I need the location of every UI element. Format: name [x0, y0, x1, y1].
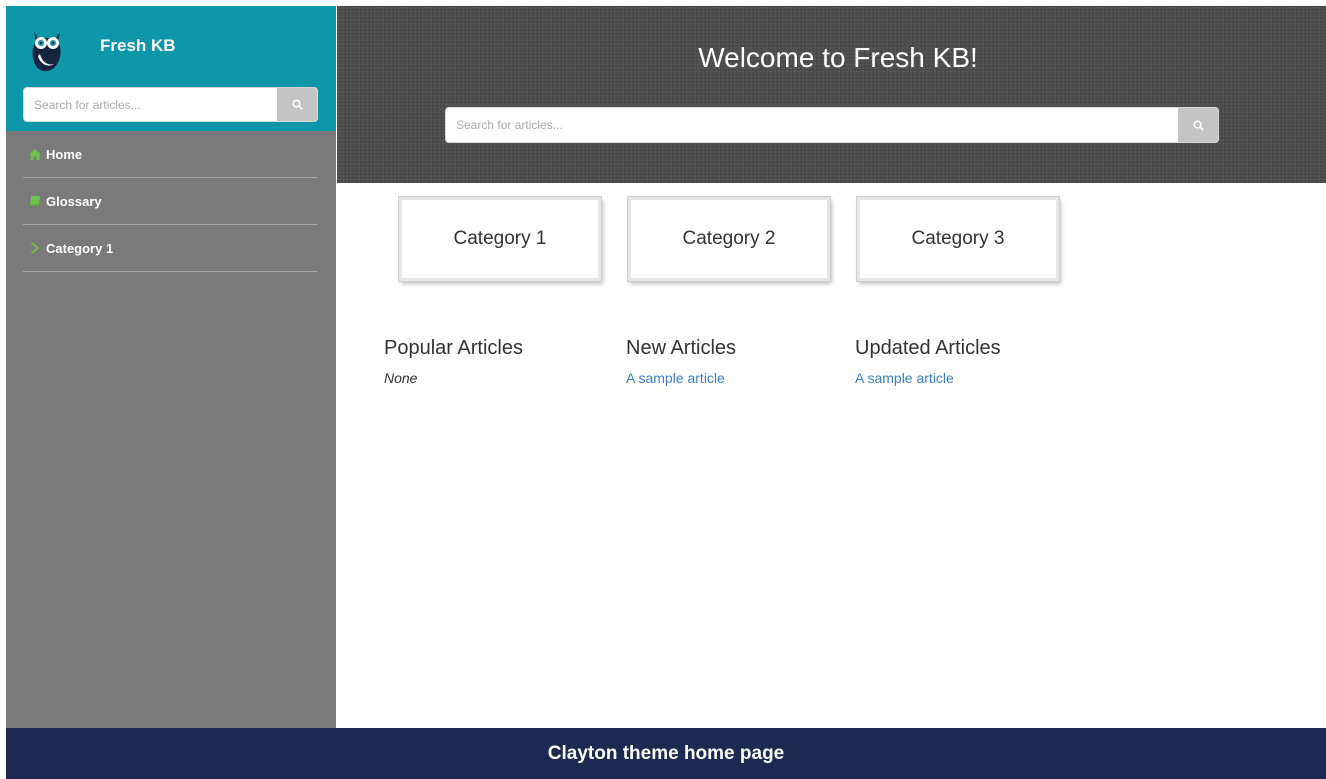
- caption-bar: Clayton theme home page: [6, 728, 1326, 779]
- owl-logo-icon[interactable]: [28, 26, 66, 74]
- sidebar-search: [23, 87, 318, 122]
- popular-articles-heading: Popular Articles: [384, 337, 523, 359]
- page-frame: Fresh KB Home Glossary: [6, 6, 1326, 779]
- sidebar-item-label: Glossary: [46, 193, 102, 209]
- new-article-link[interactable]: A sample article: [626, 370, 725, 386]
- sidebar-search-button[interactable]: [277, 88, 317, 121]
- sidebar-nav: Home Glossary Category 1: [23, 131, 318, 272]
- sidebar-header: Fresh KB: [6, 6, 336, 131]
- main-search-button[interactable]: [1178, 108, 1218, 142]
- home-icon: [28, 147, 42, 161]
- updated-articles-heading: Updated Articles: [855, 337, 1001, 359]
- sidebar-item-glossary[interactable]: Glossary: [23, 178, 318, 225]
- new-articles: New Articles A sample article: [626, 337, 736, 388]
- search-icon: [292, 99, 303, 110]
- updated-article-link[interactable]: A sample article: [855, 370, 954, 386]
- category-card-2[interactable]: Category 2: [627, 196, 831, 282]
- sidebar-item-home[interactable]: Home: [23, 131, 318, 178]
- updated-articles: Updated Articles A sample article: [855, 337, 1001, 388]
- chevron-right-icon: [28, 241, 42, 255]
- new-articles-heading: New Articles: [626, 337, 737, 359]
- popular-articles-empty: None: [384, 370, 418, 386]
- sidebar: Fresh KB Home Glossary: [6, 6, 336, 728]
- search-icon: [1193, 120, 1204, 131]
- welcome-banner: Welcome to Fresh KB!: [337, 6, 1326, 183]
- brand-name[interactable]: Fresh KB: [100, 36, 176, 56]
- main-search-input[interactable]: [446, 108, 1180, 142]
- welcome-title: Welcome to Fresh KB!: [698, 42, 978, 73]
- category-card-3[interactable]: Category 3: [856, 196, 1060, 282]
- book-icon: [28, 194, 42, 208]
- sidebar-item-category-1[interactable]: Category 1: [23, 225, 318, 272]
- sidebar-search-input[interactable]: [24, 88, 278, 121]
- sidebar-item-label: Home: [46, 146, 83, 162]
- sidebar-item-label: Category 1: [46, 240, 114, 256]
- popular-articles: Popular Articles None: [384, 337, 523, 386]
- category-card-1[interactable]: Category 1: [398, 196, 602, 282]
- main-search: [445, 107, 1219, 143]
